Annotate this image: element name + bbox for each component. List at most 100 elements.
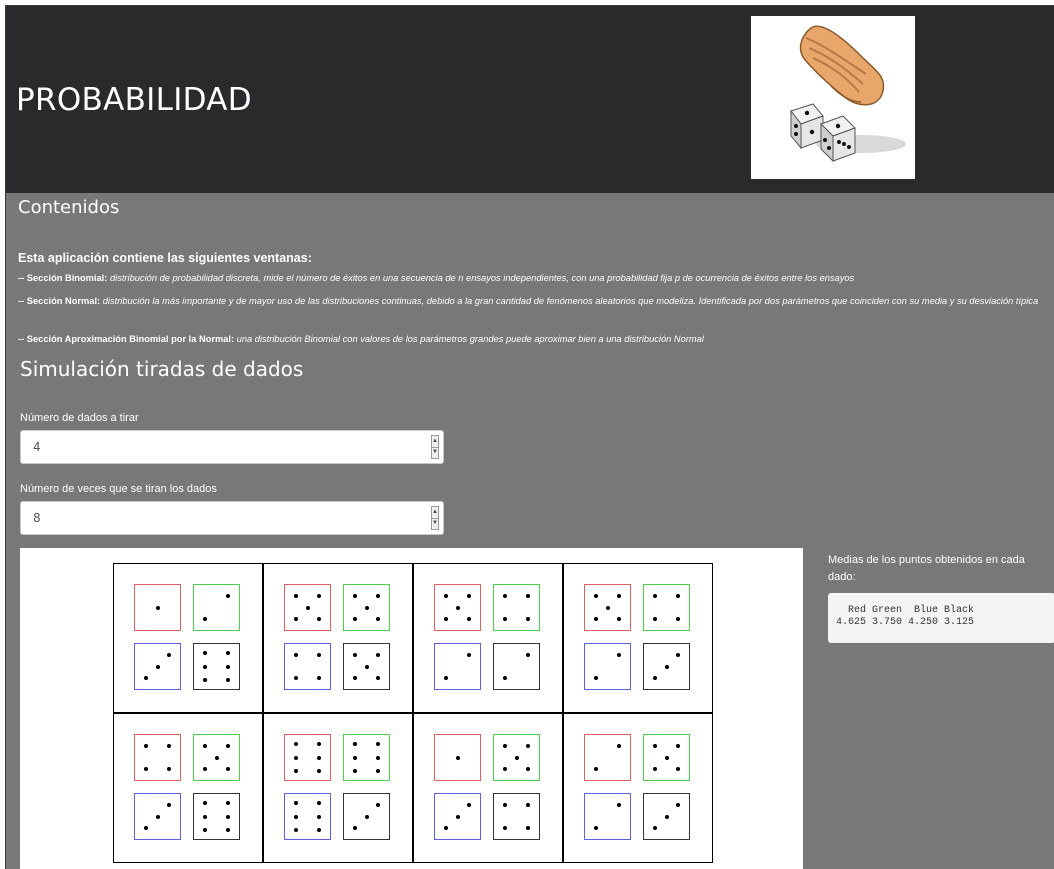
roll-cell (563, 563, 713, 713)
red-die (134, 734, 181, 781)
die-pip (467, 652, 472, 657)
die-pip (676, 593, 681, 598)
die-pip (617, 802, 622, 807)
intro-heading: Esta aplicación contiene las siguientes … (18, 251, 312, 265)
die-pip (443, 826, 448, 831)
header: PROBABILIDAD (6, 6, 1054, 193)
die-pip (226, 664, 231, 669)
roll-count-input[interactable] (21, 502, 416, 534)
die-pip (664, 664, 669, 669)
die-pip (455, 605, 460, 610)
section-approx-description: -- Sección Aproximación Binomial por la … (18, 334, 1048, 345)
die-pip (364, 814, 369, 819)
die-pip (652, 767, 657, 772)
die-pip (143, 743, 148, 748)
die-pip (526, 743, 531, 748)
die-pip (676, 617, 681, 622)
die-pip (526, 617, 531, 622)
die-pip (202, 651, 207, 655)
dice-grid (113, 563, 713, 863)
die-pip (317, 676, 322, 681)
die-pip (155, 664, 160, 669)
die-pip (467, 802, 472, 807)
die-pip (293, 801, 298, 805)
die-pip (226, 593, 231, 598)
die-pip (293, 652, 298, 657)
die-pip (376, 742, 381, 746)
die-pip (143, 676, 148, 681)
die-pip (514, 755, 519, 760)
die-pip (317, 593, 322, 598)
die-pip (143, 826, 148, 831)
die-pip (617, 593, 622, 598)
die-pip (364, 605, 369, 610)
roll-count-field[interactable]: ▲ ▼ (20, 501, 444, 535)
die-pip (293, 676, 298, 681)
dice-count-label: Número de dados a tirar (20, 412, 139, 424)
die-pip (617, 743, 622, 748)
die-pip (593, 617, 598, 622)
die-pip (364, 664, 369, 669)
die-pip (664, 814, 669, 819)
die-pip (652, 617, 657, 622)
contenidos-title: Contenidos (18, 197, 120, 218)
die-pip (352, 593, 357, 598)
die-pip (167, 743, 172, 748)
die-pip (226, 814, 231, 819)
section-approx-text: una distribución Binomial con valores de… (236, 334, 704, 344)
blue-die (134, 793, 181, 840)
spin-down-icon[interactable]: ▼ (432, 447, 438, 458)
blue-die (284, 643, 331, 690)
die-pip (467, 593, 472, 598)
section-normal-description: -- Sección Normal: distribución la más i… (18, 296, 1048, 307)
black-die (493, 793, 540, 840)
die-pip (202, 678, 207, 682)
die-pip (155, 814, 160, 819)
roll-cell (263, 563, 413, 713)
green-die (643, 584, 690, 631)
die-pip (676, 767, 681, 772)
die-pip (155, 605, 160, 610)
die-pip (443, 676, 448, 681)
die-pip (455, 814, 460, 819)
die-pip (526, 826, 531, 831)
die-pip (293, 828, 298, 832)
roll-count-spinner[interactable]: ▲ ▼ (431, 506, 439, 530)
section-normal-name: -- Sección Normal: (18, 296, 101, 306)
die-pip (443, 617, 448, 622)
die-pip (676, 802, 681, 807)
black-die (643, 643, 690, 690)
die-pip (202, 828, 207, 832)
die-pip (502, 826, 507, 831)
roll-cell (113, 563, 263, 713)
die-pip (502, 617, 507, 622)
die-pip (202, 617, 207, 622)
section-approx-name: -- Sección Aproximación Binomial por la … (18, 334, 235, 344)
blue-die (584, 643, 631, 690)
blue-die (434, 793, 481, 840)
section-normal-text: distribución la más importante y de mayo… (102, 296, 1039, 306)
die-pip (317, 755, 322, 760)
die-pip (226, 743, 231, 748)
die-pip (167, 802, 172, 807)
die-pip (652, 593, 657, 598)
dice-simulation-plot (20, 548, 803, 869)
dice-count-field[interactable]: ▲ ▼ (20, 430, 444, 464)
spin-down-icon[interactable]: ▼ (432, 518, 438, 529)
die-pip (467, 617, 472, 622)
die-pip (226, 651, 231, 655)
dice-count-spinner[interactable]: ▲ ▼ (431, 435, 439, 459)
black-die (193, 793, 240, 840)
simulacion-title: Simulación tiradas de dados (20, 357, 304, 381)
die-pip (593, 593, 598, 598)
die-pip (593, 826, 598, 831)
die-pip (593, 767, 598, 772)
black-die (343, 643, 390, 690)
dice-count-input[interactable] (21, 431, 416, 463)
die-pip (352, 755, 357, 760)
app-title: PROBABILIDAD (16, 82, 252, 118)
green-die (493, 734, 540, 781)
black-die (643, 793, 690, 840)
die-pip (593, 676, 598, 681)
die-pip (676, 743, 681, 748)
